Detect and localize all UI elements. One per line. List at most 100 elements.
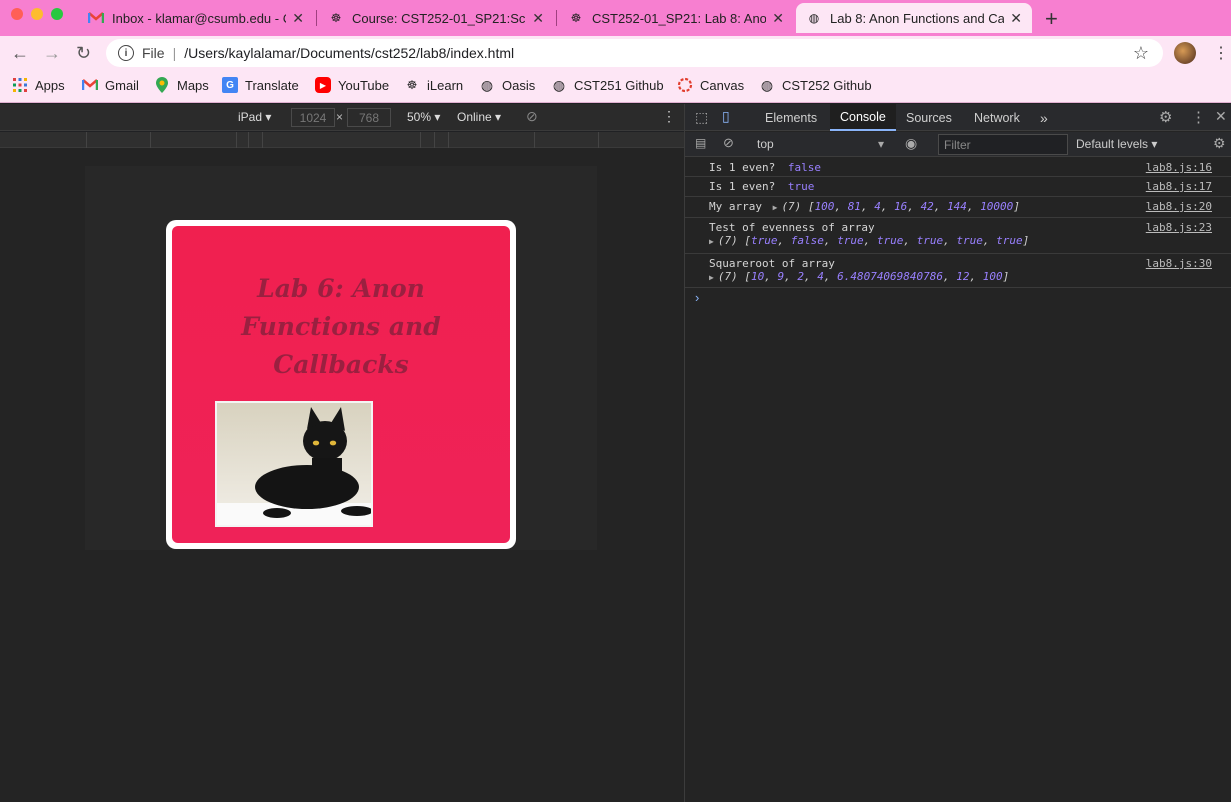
new-tab-button[interactable]: + [1045, 6, 1058, 32]
array-preview[interactable]: [true, false, true, true, true, true, tr… [744, 234, 1029, 247]
network-value: Online [457, 110, 492, 124]
page-heading: Lab 6: Anon Functions and Callbacks [241, 274, 441, 379]
bookmark-gmail[interactable]: Gmail [82, 77, 139, 93]
console-prompt-row[interactable]: › [685, 288, 1231, 310]
bookmark-translate[interactable]: G Translate [222, 77, 299, 93]
bookmark-cst251-github[interactable]: ◍ CST251 Github [551, 77, 664, 93]
bookmark-oasis[interactable]: ◍ Oasis [479, 77, 535, 93]
expand-triangle-icon[interactable]: ▶ [709, 273, 714, 282]
close-tab-icon[interactable]: ✕ [292, 10, 304, 27]
info-icon[interactable]: i [118, 45, 134, 61]
profile-avatar[interactable] [1174, 42, 1196, 64]
tab-sources[interactable]: Sources [896, 104, 962, 131]
inspect-element-icon[interactable]: ⬚ [695, 109, 708, 126]
array-preview[interactable]: [100, 81, 4, 16, 42, 144, 10000] [808, 200, 1020, 213]
sidebar-toggle-icon[interactable]: ▤ [695, 136, 706, 150]
address-bar[interactable]: i File | /Users/kaylalamar/Documents/cst… [106, 39, 1163, 67]
console-message: Test of evenness of array ▶ (7) [true, fa… [685, 218, 1231, 254]
minimize-window-button[interactable] [31, 8, 43, 20]
zoom-value: 50% [407, 110, 432, 124]
tab-network[interactable]: Network [964, 104, 1030, 131]
bookmark-ilearn[interactable]: ☸ iLearn [404, 77, 464, 93]
tab-gmail[interactable]: Inbox - klamar@csumb.edu - C ✕ [78, 3, 314, 33]
array-count: (7) [781, 200, 802, 213]
console-settings-icon[interactable]: ⚙ [1213, 135, 1226, 152]
close-window-button[interactable] [11, 8, 23, 20]
close-tab-icon[interactable]: ✕ [772, 10, 784, 27]
rotate-icon[interactable]: ⊘ [526, 108, 538, 125]
dimension-separator: × [336, 110, 344, 124]
source-link[interactable]: lab8.js:30 [1146, 257, 1212, 270]
bookmark-label: Canvas [700, 77, 745, 93]
device-select[interactable]: iPad ▾ [238, 110, 271, 124]
console-output: Is 1 even? false lab8.js:16 Is 1 even? t… [685, 158, 1231, 310]
tab-course[interactable]: ☸ Course: CST252-01_SP21:Scrip ✕ [318, 3, 554, 33]
media-query-ruler[interactable] [0, 132, 684, 148]
globe-icon: ◍ [760, 76, 774, 93]
apps-grid-icon [12, 77, 28, 93]
throttle-select[interactable]: Online ▾ [457, 110, 501, 124]
context-value: top [757, 137, 774, 151]
tab-elements[interactable]: Elements [755, 104, 827, 131]
url-text[interactable]: /Users/kaylalamar/Documents/cst252/lab8/… [184, 45, 514, 61]
browser-menu-icon[interactable]: ⋮ [1213, 43, 1229, 63]
bookmark-canvas[interactable]: Canvas [677, 77, 744, 93]
height-input[interactable]: 768 [347, 108, 391, 127]
bookmark-label: YouTube [338, 77, 390, 93]
globe-icon: ◍ [480, 76, 494, 93]
more-tabs-icon[interactable]: » [1030, 104, 1058, 131]
reload-icon[interactable]: ↻ [76, 43, 91, 64]
width-input[interactable]: 1024 [291, 108, 335, 127]
zoom-window-button[interactable] [51, 8, 63, 20]
source-link[interactable]: lab8.js:20 [1146, 200, 1212, 213]
bookmark-label: CST252 Github [782, 77, 872, 93]
tab-lab8-assignment[interactable]: ☸ CST252-01_SP21: Lab 8: Anon ✕ [558, 3, 794, 33]
zoom-select[interactable]: 50% ▾ [407, 110, 440, 124]
back-arrow-icon[interactable]: ← [11, 43, 29, 64]
card-background: Lab 6: Anon Functions and Callbacks [172, 226, 510, 543]
lab-card: Lab 6: Anon Functions and Callbacks [166, 220, 516, 549]
tab-lab8-page[interactable]: ◍ Lab 8: Anon Functions and Call ✕ [796, 3, 1032, 33]
device-toggle-icon[interactable]: ▯ [722, 108, 730, 125]
context-select[interactable]: top [757, 137, 774, 151]
array-preview[interactable]: [10, 9, 2, 4, 6.48074069840786, 12, 100] [744, 270, 1009, 283]
bookmark-cst252-github[interactable]: ◍ CST252 Github [759, 77, 872, 93]
source-link[interactable]: lab8.js:17 [1146, 180, 1212, 193]
log-levels-select[interactable]: Default levels ▾ [1076, 137, 1157, 151]
bookmark-youtube[interactable]: ▶ YouTube [315, 77, 389, 93]
expand-triangle-icon[interactable]: ▶ [773, 203, 778, 212]
star-icon[interactable]: ☆ [1133, 43, 1149, 64]
device-more-icon[interactable]: ⋮ [662, 108, 676, 125]
context-dropdown-icon[interactable]: ▾ [878, 137, 884, 151]
close-tab-icon[interactable]: ✕ [1010, 10, 1022, 27]
globe-icon: ◍ [808, 11, 820, 25]
array-count: (7) [717, 234, 738, 247]
tab-title: Inbox - klamar@csumb.edu - C [112, 10, 287, 26]
console-message: Squareroot of array ▶ (7) [10, 9, 2, 4, 6… [685, 254, 1231, 288]
clear-console-icon[interactable]: ⊘ [723, 135, 734, 151]
bookmark-label: Translate [245, 77, 299, 93]
log-label: My array [709, 200, 762, 213]
close-devtools-icon[interactable]: ✕ [1215, 108, 1227, 125]
expand-triangle-icon[interactable]: ▶ [709, 237, 714, 246]
devtools-menu-icon[interactable]: ⋮ [1191, 108, 1206, 126]
tab-console[interactable]: Console [830, 104, 896, 131]
browser-toolbar: ← → ↻ i File | /Users/kaylalamar/Documen… [0, 36, 1231, 71]
device-name: iPad [238, 110, 263, 124]
eye-icon[interactable]: ◉ [905, 135, 917, 152]
filter-input[interactable]: Filter [938, 134, 1068, 155]
bookmark-apps[interactable]: Apps [12, 77, 65, 93]
bookmark-maps[interactable]: Maps [154, 77, 209, 93]
close-tab-icon[interactable]: ✕ [532, 10, 544, 27]
gear-icon[interactable]: ⚙ [1159, 108, 1172, 126]
console-prompt-icon: › [695, 290, 700, 305]
console-toolbar: ▤ ⊘ top ▾ ◉ Filter Default levels ▾ ⚙ [685, 132, 1231, 157]
bookmark-label: iLearn [427, 77, 464, 93]
source-link[interactable]: lab8.js:16 [1146, 161, 1212, 174]
bookmark-label: Oasis [502, 77, 536, 93]
console-message: Is 1 even? true lab8.js:17 [685, 177, 1231, 197]
forward-arrow-icon[interactable]: → [43, 43, 61, 64]
source-link[interactable]: lab8.js:23 [1146, 221, 1212, 234]
devtools-panel: ⬚ ▯ Elements Console Sources Network » ⚙… [684, 104, 1231, 802]
bookmark-label: Apps [35, 77, 65, 93]
